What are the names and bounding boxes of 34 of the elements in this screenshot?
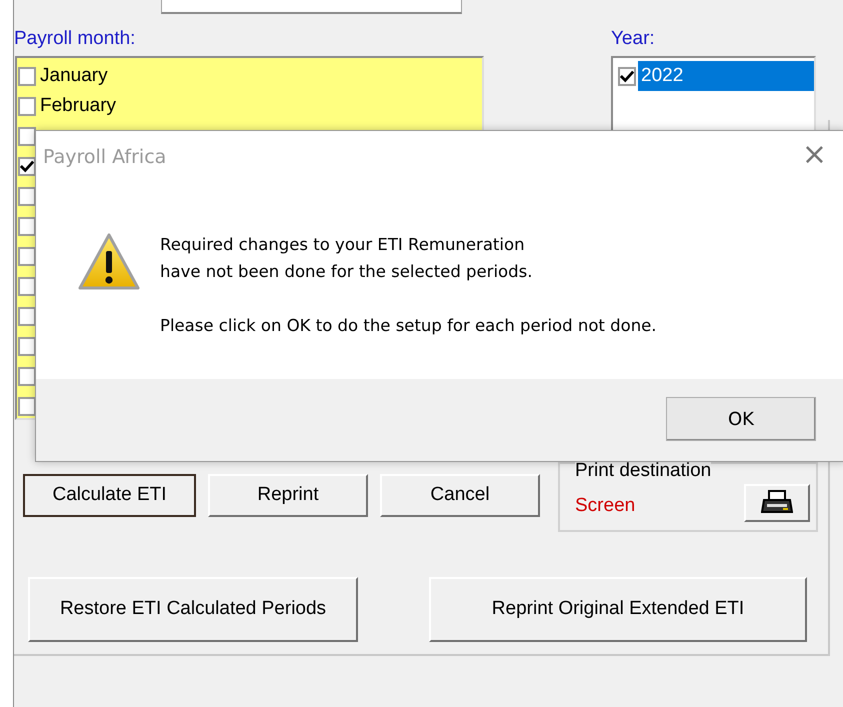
close-button[interactable]: ×: [798, 137, 831, 173]
checkbox[interactable]: [618, 66, 636, 86]
checkbox[interactable]: [18, 126, 36, 146]
message-text: Please click on OK to do the setup for each period not done.: [160, 315, 657, 337]
checkbox[interactable]: [18, 306, 36, 326]
checkbox[interactable]: [18, 156, 36, 176]
field-label: Year:: [611, 28, 656, 50]
action-button[interactable]: Reprint Original Extended ETI: [429, 577, 807, 642]
message-text: have not been done for the selected periods.: [160, 261, 534, 283]
checkbox[interactable]: [18, 396, 36, 416]
field-label: Payroll month:: [14, 28, 136, 50]
action-button[interactable]: Calculate ETI: [23, 474, 196, 517]
checkbox[interactable]: [18, 276, 36, 296]
destination-value: Screen: [575, 494, 636, 518]
text-field[interactable]: [161, 0, 462, 14]
list-item-label[interactable]: January: [40, 62, 108, 90]
list-item[interactable]: 2022: [638, 61, 814, 91]
action-button[interactable]: Reprint: [208, 474, 368, 517]
checkbox[interactable]: [18, 216, 36, 236]
checkbox[interactable]: [18, 96, 36, 116]
action-button[interactable]: Restore ETI Calculated Periods: [28, 577, 358, 642]
dialog-title: Payroll Africa: [43, 145, 166, 170]
action-button[interactable]: Cancel: [380, 474, 540, 517]
print-button[interactable]: [744, 484, 810, 522]
message-text: Required changes to your ETI Remuneration: [160, 234, 526, 256]
list-item-label[interactable]: February: [40, 92, 116, 120]
checkbox[interactable]: [18, 246, 36, 266]
ok-button[interactable]: OK: [666, 397, 816, 441]
printer-icon: [761, 490, 793, 516]
checkbox[interactable]: [18, 366, 36, 386]
warning-icon: [78, 233, 140, 291]
checkbox[interactable]: [18, 66, 36, 86]
checkbox[interactable]: [18, 186, 36, 206]
checkbox[interactable]: [18, 336, 36, 356]
